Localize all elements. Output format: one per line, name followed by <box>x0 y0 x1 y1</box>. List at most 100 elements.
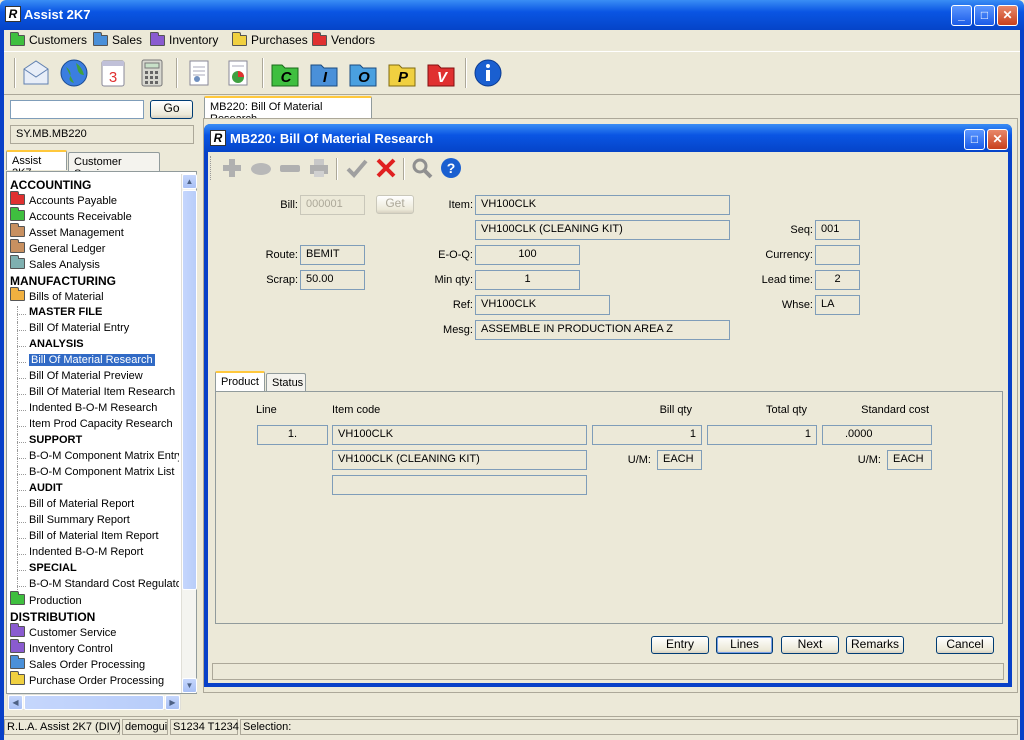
go-button[interactable]: Go <box>150 100 193 119</box>
tree-section-header: ACCOUNTING <box>10 178 91 194</box>
tree-folder-item[interactable]: Accounts Payable <box>10 191 117 210</box>
tree-folder-item[interactable]: Customer Service <box>10 623 116 642</box>
tree-menu-item[interactable]: Bill Of Material Preview <box>17 370 143 386</box>
scroll-up-icon[interactable]: ▲ <box>182 174 197 189</box>
mesg-field: ASSEMBLE IN PRODUCTION AREA Z <box>475 320 730 340</box>
print-icon[interactable] <box>307 156 331 180</box>
search-input[interactable] <box>10 100 144 119</box>
tree-folder-item[interactable]: Bills of Material <box>10 287 104 306</box>
tree-folder-item[interactable]: General Ledger <box>10 239 105 258</box>
calculator-icon[interactable] <box>136 57 168 89</box>
customers-c-icon[interactable]: C <box>269 57 301 89</box>
orders-o-icon[interactable]: O <box>347 57 379 89</box>
hscroll-thumb[interactable] <box>24 695 164 710</box>
folder-icon <box>232 31 247 46</box>
tree-menu-item[interactable]: B-O-M Standard Cost Regulato <box>17 578 179 594</box>
tree-hscrollbar[interactable]: ◀ ▶ <box>7 694 181 710</box>
globe-icon[interactable] <box>58 57 90 89</box>
scroll-right-icon[interactable]: ▶ <box>165 695 180 710</box>
menu-label: Purchases <box>251 33 308 47</box>
tree-scrollbar[interactable]: ▲ ▼ <box>181 174 197 693</box>
tab-assist-2k7[interactable]: Assist 2K7 <box>6 150 67 179</box>
window-frame-left <box>0 30 4 740</box>
maximize-button[interactable]: □ <box>974 5 995 26</box>
get-button[interactable]: Get <box>376 195 414 214</box>
cancel-x-icon[interactable] <box>374 156 398 180</box>
scroll-down-icon[interactable]: ▼ <box>182 678 197 693</box>
folder-icon <box>10 639 25 653</box>
col-line: Line <box>256 404 277 416</box>
tree-folder-item[interactable]: Accounts Receivable <box>10 207 132 226</box>
tree-menu-item[interactable]: Item Prod Capacity Research <box>17 418 173 434</box>
entry-button[interactable]: Entry <box>651 636 709 654</box>
menu-inventory[interactable]: Inventory <box>150 31 218 48</box>
menu-purchases[interactable]: Purchases <box>232 31 308 48</box>
help-icon[interactable]: ? <box>439 156 463 180</box>
tree-menu-item[interactable]: Bill of Material Item Report <box>17 530 159 546</box>
tree-menu-item[interactable]: B-O-M Component Matrix Entry <box>17 450 179 466</box>
tree-item-label: B-O-M Standard Cost Regulato <box>29 578 179 590</box>
tree-item-label: Asset Management <box>29 227 124 239</box>
folder-icon <box>10 591 25 605</box>
scrap-label: Scrap: <box>266 274 298 286</box>
vendors-v-icon[interactable]: V <box>425 57 457 89</box>
menu-bar: Customers Sales Inventory Purchases Vend… <box>4 30 1020 50</box>
scroll-left-icon[interactable]: ◀ <box>8 695 23 710</box>
doc-tab-mb220[interactable]: MB220: Bill Of Material Research <box>204 96 372 125</box>
menu-sales[interactable]: Sales <box>93 31 142 48</box>
tab-status[interactable]: Status <box>266 373 306 392</box>
remarks-button[interactable]: Remarks <box>846 636 904 654</box>
tree-menu-item[interactable]: Indented B-O-M Report <box>17 546 143 562</box>
purchases-p-icon[interactable]: P <box>386 57 418 89</box>
status-bar: R.L.A. Assist 2K7 (DIV) demogui S1234 T1… <box>4 716 1020 736</box>
tree-branch <box>17 410 26 411</box>
bill-field[interactable]: 000001 <box>300 195 365 215</box>
tree-menu-item[interactable]: Indented B-O-M Research <box>17 402 157 418</box>
cancel-button[interactable]: Cancel <box>936 636 994 654</box>
add-icon[interactable] <box>220 156 244 180</box>
tab-customer-service[interactable]: Customer Service <box>68 152 160 180</box>
calendar-icon[interactable]: 3 <box>97 57 129 89</box>
search-icon[interactable] <box>410 156 434 180</box>
lines-button[interactable]: Lines <box>716 636 773 654</box>
tree-folder-item[interactable]: Purchase Order Processing <box>10 671 164 690</box>
tree-folder-item[interactable]: Sales Analysis <box>10 255 100 274</box>
inventory-i-icon[interactable]: I <box>308 57 340 89</box>
document-icon[interactable] <box>183 57 215 89</box>
tree-folder-item[interactable]: Inventory Control <box>10 639 113 658</box>
next-button[interactable]: Next <box>781 636 839 654</box>
form-maximize-button[interactable]: □ <box>964 129 985 150</box>
folder-icon <box>10 255 25 269</box>
mail-icon[interactable] <box>20 57 52 89</box>
scroll-thumb[interactable] <box>182 190 197 590</box>
tree-menu-item[interactable]: Bill Of Material Item Research <box>17 386 175 402</box>
lead-time-label: Lead time: <box>761 274 813 286</box>
close-button[interactable]: ✕ <box>997 5 1018 26</box>
tree-item-label: Bill of Material Item Report <box>29 530 159 542</box>
check-icon[interactable] <box>345 156 369 180</box>
tree-menu-item[interactable]: B-O-M Component Matrix List <box>17 466 174 482</box>
minimize-button[interactable]: _ <box>951 5 972 26</box>
menu-customers[interactable]: Customers <box>10 31 87 48</box>
tree-menu-item[interactable]: Bill Of Material Research <box>17 354 155 370</box>
report-icon[interactable] <box>222 57 254 89</box>
tree-item-label: SPECIAL <box>29 562 77 574</box>
info-icon[interactable] <box>472 57 504 89</box>
tree-folder-item[interactable]: Sales Order Processing <box>10 655 145 674</box>
tree-menu-item[interactable]: Bill of Material Report <box>17 498 134 514</box>
whse-field: LA <box>815 295 860 315</box>
tree-menu-item[interactable]: Bill Summary Report <box>17 514 130 530</box>
folder-icon <box>10 223 25 237</box>
tab-product[interactable]: Product <box>215 371 265 392</box>
form-close-button[interactable]: ✕ <box>987 129 1008 150</box>
delete-icon[interactable] <box>278 156 302 180</box>
folder-icon <box>10 239 25 253</box>
item-field[interactable]: VH100CLK <box>475 195 730 215</box>
tree-folder-item[interactable]: Asset Management <box>10 223 124 242</box>
whse-label: Whse: <box>781 299 813 311</box>
tree-item-label: Item Prod Capacity Research <box>29 418 173 430</box>
tree-folder-item[interactable]: Production <box>10 591 82 610</box>
edit-icon[interactable] <box>249 156 273 180</box>
menu-vendors[interactable]: Vendors <box>312 31 375 48</box>
tree-menu-item[interactable]: Bill Of Material Entry <box>17 322 129 338</box>
